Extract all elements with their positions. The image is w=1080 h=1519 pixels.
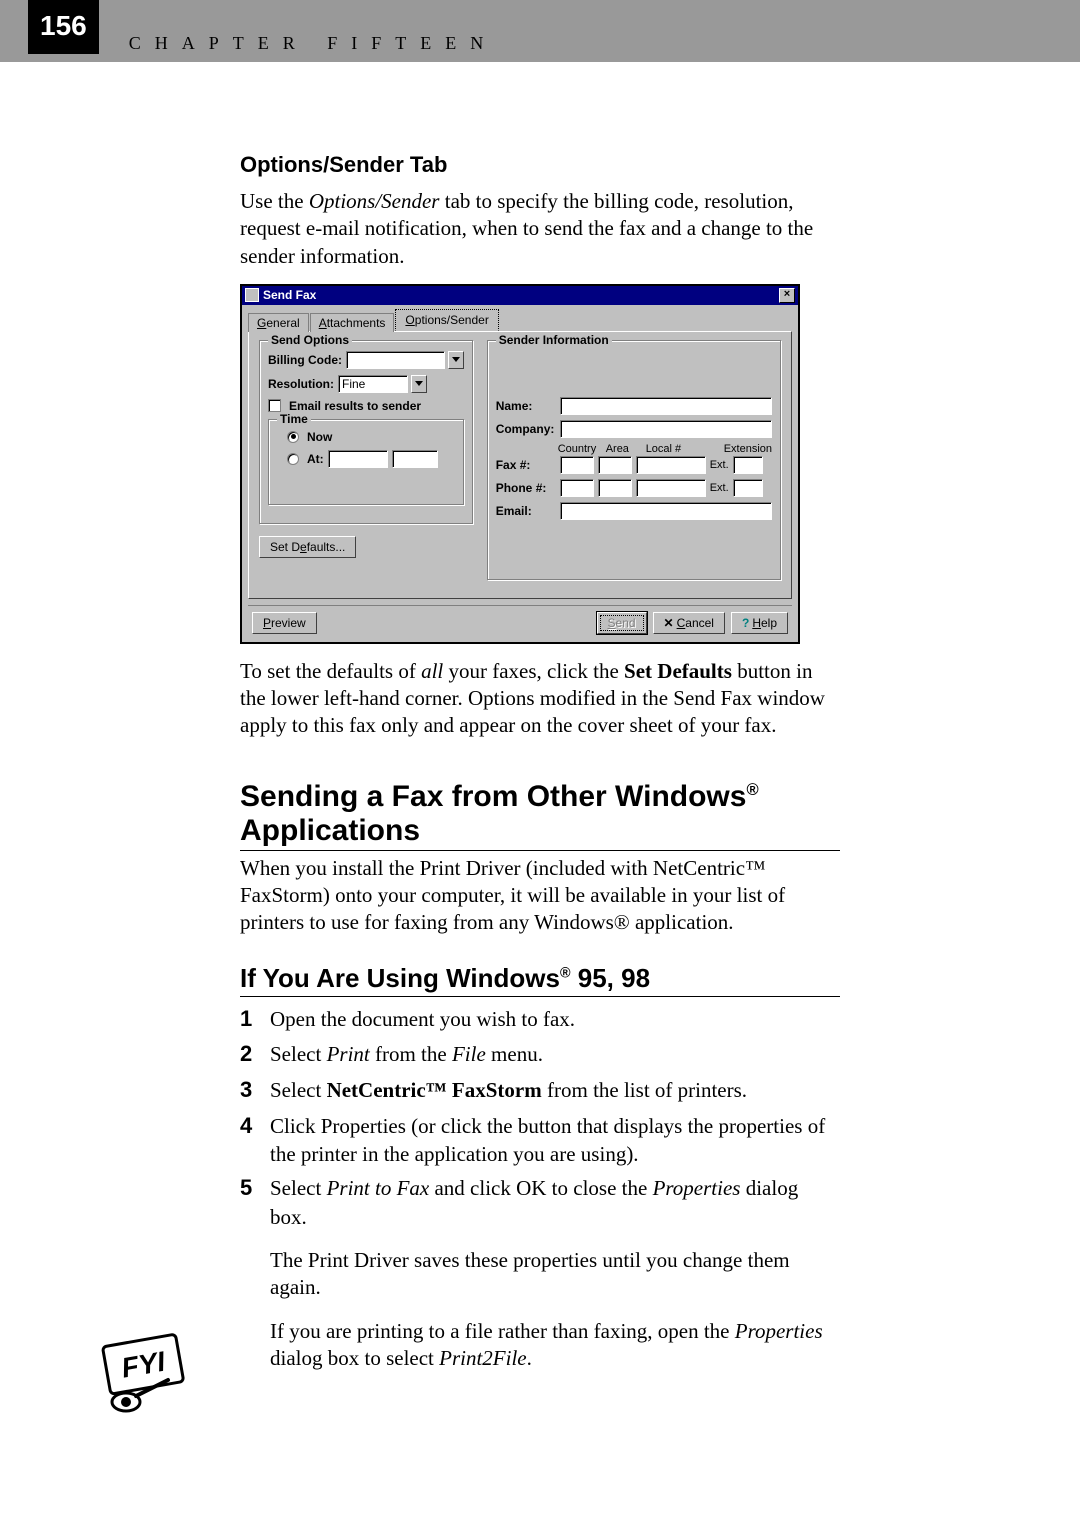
- tab-strip: General Attachments Options/Sender: [242, 305, 798, 331]
- at-date-input[interactable]: [328, 450, 388, 468]
- step-4: 4 Click Properties (or click the button …: [240, 1112, 840, 1169]
- group-title-sender: Sender Information: [496, 333, 612, 347]
- chapter-header: CHAPTER FIFTEEN: [129, 33, 498, 54]
- label-now: Now: [307, 430, 332, 444]
- label-company: Company:: [496, 422, 556, 436]
- para-sending-fax: When you install the Print Driver (inclu…: [240, 855, 840, 937]
- phone-area-input[interactable]: [598, 479, 632, 497]
- phone-ext-input[interactable]: [733, 479, 763, 497]
- tab-options-sender[interactable]: Options/Sender: [395, 309, 498, 331]
- label-at: At:: [307, 452, 324, 466]
- page-content: Options/Sender Tab Use the Options/Sende…: [240, 62, 840, 1372]
- fax-ext-input[interactable]: [733, 456, 763, 474]
- fax-area-input[interactable]: [598, 456, 632, 474]
- step-3: 3 Select NetCentric™ FaxStorm from the l…: [240, 1076, 840, 1106]
- tab-page-options-sender: Send Options Billing Code: Resolution: F…: [248, 331, 792, 599]
- radio-now[interactable]: [287, 431, 299, 443]
- step-5-note-2: If you are printing to a file rather tha…: [270, 1318, 840, 1373]
- section-heading: Options/Sender Tab: [240, 152, 840, 178]
- step-number-icon: 5: [240, 1173, 260, 1230]
- step-1-text: Open the document you wish to fax.: [270, 1005, 575, 1035]
- help-button[interactable]: ?Help: [731, 612, 788, 634]
- group-title-send-options: Send Options: [268, 333, 352, 347]
- phone-local-input[interactable]: [636, 479, 706, 497]
- resolution-dropdown-button[interactable]: [411, 375, 427, 393]
- send-fax-dialog: Send Fax × General Attachments Options/S…: [240, 284, 800, 644]
- dialog-title: Send Fax: [263, 288, 316, 302]
- label-phone-ext: Ext.: [710, 482, 729, 494]
- radio-at[interactable]: [287, 453, 299, 465]
- heading2-post: Applications: [240, 814, 420, 847]
- col-area: Area: [606, 443, 640, 455]
- cancel-button[interactable]: ✕Cancel: [653, 612, 725, 634]
- col-extension: Extension: [724, 443, 772, 455]
- phone-country-input[interactable]: [560, 479, 594, 497]
- group-title-time: Time: [277, 412, 311, 426]
- dialog-button-bar: Preview Send ✕Cancel ?Help: [242, 606, 798, 642]
- send-button[interactable]: Send: [597, 612, 647, 634]
- after-dialog-paragraph: To set the defaults of all your faxes, c…: [240, 658, 840, 740]
- label-phone: Phone #:: [496, 481, 556, 495]
- heading-sending-fax: Sending a Fax from Other Windows® Applic…: [240, 780, 840, 851]
- step-5: 5 Select Print to Fax and click OK to cl…: [240, 1174, 840, 1372]
- label-resolution: Resolution:: [268, 377, 334, 391]
- name-input[interactable]: [560, 397, 772, 415]
- col-local: Local #: [646, 443, 718, 455]
- step-4-text: Click Properties (or click the button th…: [270, 1112, 840, 1169]
- step-5-note-1: The Print Driver saves these properties …: [270, 1247, 840, 1302]
- group-time: Time Now At:: [268, 419, 464, 505]
- step-number-icon: 2: [240, 1039, 260, 1069]
- label-fax-ext: Ext.: [710, 459, 729, 471]
- fax-local-input[interactable]: [636, 456, 706, 474]
- fyi-icon: FYI: [90, 1330, 200, 1420]
- heading2-pre: Sending a Fax from Other Windows: [240, 780, 746, 813]
- tab-attachments[interactable]: Attachments: [310, 313, 395, 332]
- heading-win95: If You Are Using Windows® 95, 98: [240, 963, 840, 997]
- heading3-post: 95, 98: [571, 963, 651, 993]
- group-send-options: Send Options Billing Code: Resolution: F…: [259, 340, 473, 524]
- page-number: 156: [28, 0, 99, 54]
- label-email: Email:: [496, 504, 556, 518]
- step-2: 2 Select Print from the File menu.: [240, 1040, 840, 1070]
- label-fax: Fax #:: [496, 458, 556, 472]
- email-input[interactable]: [560, 502, 772, 520]
- resolution-select[interactable]: Fine: [338, 375, 408, 393]
- heading3-pre: If You Are Using Windows: [240, 963, 560, 993]
- step-number-icon: 3: [240, 1075, 260, 1105]
- label-name: Name:: [496, 399, 556, 413]
- fax-country-input[interactable]: [560, 456, 594, 474]
- chevron-down-icon: [415, 381, 423, 387]
- close-icon[interactable]: ×: [779, 288, 795, 303]
- step-3-text: Select NetCentric™ FaxStorm from the lis…: [270, 1076, 747, 1106]
- intro-paragraph: Use the Options/Sender tab to specify th…: [240, 188, 840, 270]
- step-1: 1 Open the document you wish to fax.: [240, 1005, 840, 1035]
- label-billing-code: Billing Code:: [268, 353, 342, 367]
- phone-column-headers: Country Area Local # Extension: [558, 443, 772, 455]
- chevron-down-icon: [452, 357, 460, 363]
- billing-code-input[interactable]: [346, 351, 445, 369]
- email-results-checkbox[interactable]: [268, 399, 281, 412]
- page-header: 156 CHAPTER FIFTEEN: [0, 0, 1080, 62]
- steps-list: 1 Open the document you wish to fax. 2 S…: [240, 1005, 840, 1373]
- company-input[interactable]: [560, 420, 772, 438]
- step-number-icon: 1: [240, 1004, 260, 1034]
- label-email-results: Email results to sender: [289, 399, 421, 413]
- col-country: Country: [558, 443, 600, 455]
- at-time-input[interactable]: [392, 450, 438, 468]
- billing-code-dropdown-button[interactable]: [448, 351, 464, 369]
- app-icon: [245, 288, 259, 302]
- dialog-titlebar: Send Fax ×: [242, 286, 798, 305]
- set-defaults-button[interactable]: Set Defaults...: [259, 536, 356, 558]
- tab-general[interactable]: General: [248, 313, 309, 332]
- step-2-text: Select Print from the File menu.: [270, 1040, 543, 1070]
- step-number-icon: 4: [240, 1111, 260, 1168]
- step-5-text: Select Print to Fax and click OK to clos…: [270, 1174, 840, 1231]
- preview-button[interactable]: Preview: [252, 612, 317, 634]
- group-sender-info: Sender Information Name: Company:: [487, 340, 781, 580]
